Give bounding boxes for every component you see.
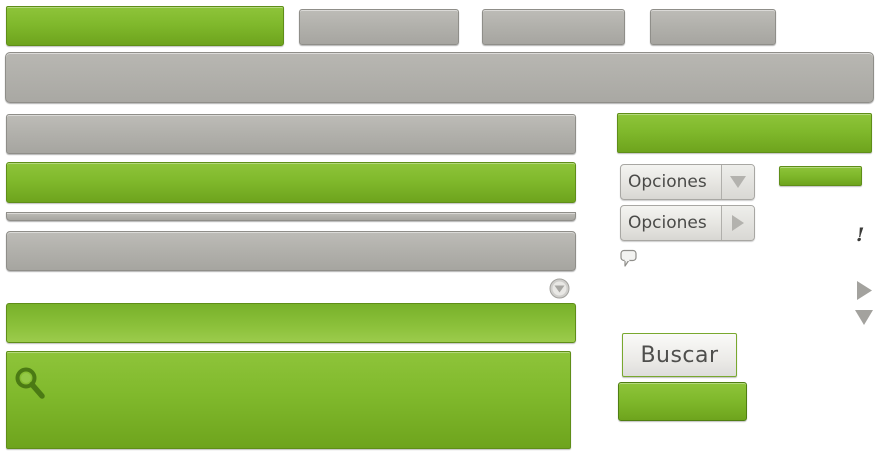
search-button[interactable]: Buscar [622,333,737,377]
circle-arrow-down-icon[interactable] [549,278,570,299]
speech-bubble-icon[interactable] [620,249,640,269]
green-submit-button[interactable] [618,382,747,421]
options-dropdown-label: Opciones [628,172,707,192]
grey-bar-2[interactable] [6,231,576,271]
exclamation-icon: ! [856,224,865,246]
triangle-right-icon [721,206,754,240]
triangle-right-icon[interactable] [856,280,873,301]
small-green-chip[interactable] [779,166,862,186]
green-bar-2[interactable] [6,303,576,343]
magnifier-icon [14,366,46,400]
options-dropdown[interactable]: Opciones [620,164,755,200]
thin-divider-bar [6,212,576,221]
options-submenu[interactable]: Opciones [620,205,755,241]
tab-active[interactable] [6,6,284,46]
tab-3[interactable] [482,9,625,45]
green-button-right[interactable] [617,113,872,153]
tab-2[interactable] [299,9,459,45]
grey-bar-1[interactable] [6,114,576,154]
tab-4[interactable] [650,9,776,45]
header-bar [5,52,874,103]
options-submenu-label: Opciones [628,213,707,233]
search-panel[interactable] [6,351,571,449]
triangle-down-icon [721,165,754,199]
green-bar-1[interactable] [6,162,576,203]
triangle-down-icon[interactable] [854,309,874,326]
